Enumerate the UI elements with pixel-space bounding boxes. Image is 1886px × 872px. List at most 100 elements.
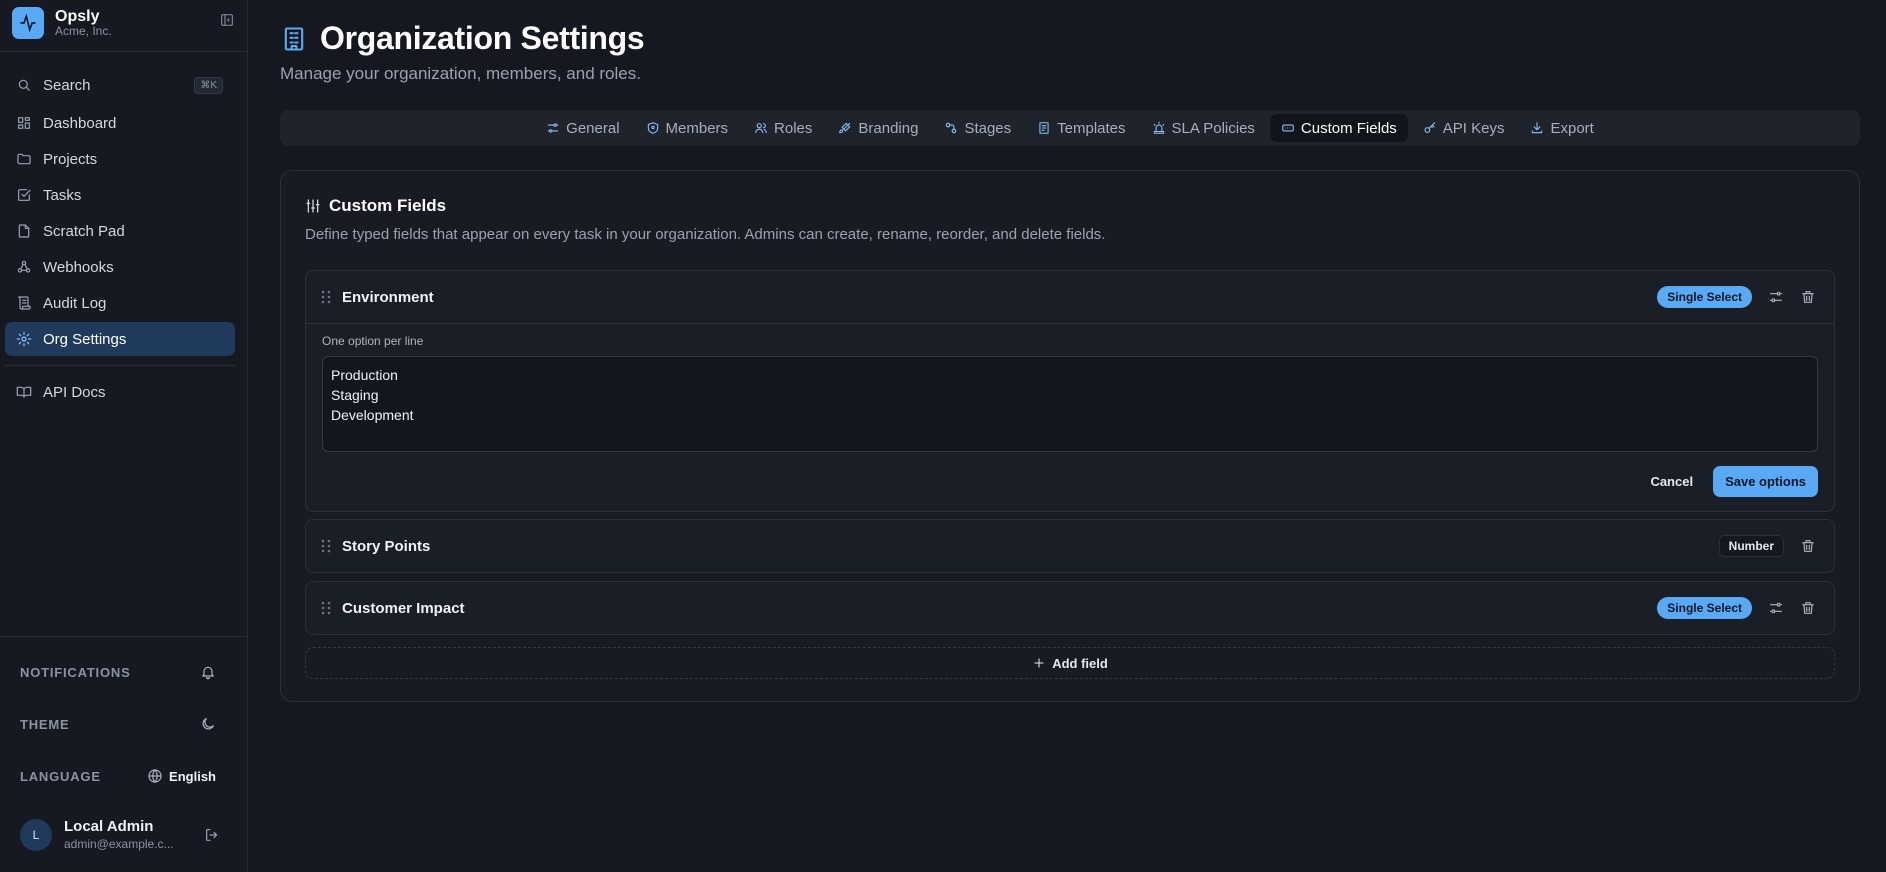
sidebar-item-label: Scratch Pad <box>43 222 125 240</box>
search-label: Search <box>43 76 91 94</box>
notifications-label: NOTIFICATIONS <box>20 664 131 680</box>
sidebar-item-org-settings[interactable]: Org Settings <box>5 322 235 356</box>
options-editor: One option per line Production Staging D… <box>306 323 1834 511</box>
search-shortcut: ⌘K <box>194 76 223 94</box>
sidebar-item-webhooks[interactable]: Webhooks <box>5 250 235 284</box>
divider <box>0 51 248 52</box>
sliders-vertical-icon <box>305 198 321 214</box>
tab-label: Templates <box>1057 119 1126 137</box>
theme-row: THEME <box>20 712 216 736</box>
avatar: L <box>20 819 52 851</box>
scroll-icon <box>16 295 32 311</box>
save-options-button[interactable]: Save options <box>1713 466 1818 497</box>
field-environment: Environment Single Select One option per… <box>305 270 1835 512</box>
webhook-icon <box>16 259 32 275</box>
user-profile[interactable]: L Local Admin admin@example.c... <box>20 818 220 852</box>
tab-label: Custom Fields <box>1300 119 1397 137</box>
moon-icon[interactable] <box>200 716 216 732</box>
card-title: Custom Fields <box>329 196 447 215</box>
cancel-button[interactable]: Cancel <box>1650 474 1693 489</box>
field-story-points: Story Points Number <box>305 519 1835 573</box>
tab-roles[interactable]: Roles <box>743 114 823 142</box>
tab-export[interactable]: Export <box>1519 114 1604 142</box>
option-line: Production <box>331 367 398 383</box>
folder-icon <box>16 151 32 167</box>
card-header: Custom Fields <box>305 196 446 216</box>
tab-sla-policies[interactable]: SLA Policies <box>1141 114 1266 142</box>
sidebar-item-dashboard[interactable]: Dashboard <box>5 106 235 140</box>
field-type-badge: Single Select <box>1657 286 1752 308</box>
tab-label: SLA Policies <box>1171 119 1255 137</box>
input-icon <box>1281 121 1295 135</box>
add-field-button[interactable]: Add field <box>305 647 1835 679</box>
tab-custom-fields[interactable]: Custom Fields <box>1269 114 1408 142</box>
sidebar-item-api-docs[interactable]: API Docs <box>5 375 235 409</box>
sidebar-item-label: Tasks <box>43 186 82 204</box>
tab-label: Export <box>1550 119 1594 137</box>
theme-label: THEME <box>20 716 70 732</box>
sidebar-item-scratch-pad[interactable]: Scratch Pad <box>5 214 235 248</box>
tab-label: API Keys <box>1442 119 1505 137</box>
sidebar-item-label: Webhooks <box>43 258 114 276</box>
users-icon <box>754 121 768 135</box>
trash-icon[interactable] <box>1800 538 1816 554</box>
drag-handle-icon[interactable] <box>320 290 332 304</box>
field-customer-impact: Customer Impact Single Select <box>305 581 1835 635</box>
tab-members[interactable]: Members <box>635 114 740 142</box>
options-textarea[interactable]: Production Staging Development <box>322 356 1818 452</box>
field-name: Customer Impact <box>342 599 465 617</box>
sidebar-item-label: Org Settings <box>43 330 127 348</box>
option-line: Development <box>331 407 414 423</box>
tab-branding[interactable]: Branding <box>827 114 929 142</box>
tab-templates[interactable]: Templates <box>1026 114 1136 142</box>
sidebar-search[interactable]: Search ⌘K <box>5 68 235 102</box>
page-subtitle: Manage your organization, members, and r… <box>280 64 641 83</box>
search-icon <box>16 77 32 93</box>
language-label: LANGUAGE <box>20 768 101 784</box>
sidebar-item-label: Projects <box>43 150 98 168</box>
tab-label: General <box>566 119 620 137</box>
edit-options-icon[interactable] <box>1768 289 1784 305</box>
brand[interactable]: Opsly Acme, Inc. <box>12 4 236 42</box>
sidebar-item-label: Audit Log <box>43 294 107 312</box>
page-header: Organization Settings <box>280 20 645 57</box>
sidebar-item-projects[interactable]: Projects <box>5 142 235 176</box>
sidebar-item-label: Dashboard <box>43 114 117 132</box>
bell-icon[interactable] <box>200 664 216 680</box>
field-name: Story Points <box>342 537 431 555</box>
drag-handle-icon[interactable] <box>320 601 332 615</box>
custom-fields-card: Custom Fields Define typed fields that a… <box>280 170 1860 702</box>
sidebar-item-tasks[interactable]: Tasks <box>5 178 235 212</box>
brush-icon <box>838 121 852 135</box>
drag-handle-icon[interactable] <box>320 539 332 553</box>
user-name: Local Admin <box>64 818 154 836</box>
building-icon <box>280 25 308 53</box>
trash-icon[interactable] <box>1800 600 1816 616</box>
page-title: Organization Settings <box>320 20 645 56</box>
plus-icon <box>1032 656 1046 670</box>
option-line: Staging <box>331 387 379 403</box>
sidebar: Opsly Acme, Inc. Search ⌘K Dashboard Pro… <box>0 0 248 872</box>
notifications-row: NOTIFICATIONS <box>20 660 216 684</box>
tab-general[interactable]: General <box>535 114 630 142</box>
workflow-icon <box>944 121 958 135</box>
field-type-badge: Number <box>1718 535 1784 557</box>
tab-label: Stages <box>964 119 1012 137</box>
activity-logo-icon <box>12 7 44 39</box>
sidebar-item-audit-log[interactable]: Audit Log <box>5 286 235 320</box>
language-select[interactable]: English <box>147 768 216 784</box>
trash-icon[interactable] <box>1800 289 1816 305</box>
tab-stages[interactable]: Stages <box>933 114 1022 142</box>
dashboard-icon <box>16 115 32 131</box>
check-square-icon <box>16 187 32 203</box>
tab-api-keys[interactable]: API Keys <box>1412 114 1516 142</box>
sidebar-collapse-icon[interactable] <box>219 12 235 28</box>
brand-name: Opsly <box>55 7 100 25</box>
shield-icon <box>646 121 660 135</box>
options-label: One option per line <box>322 334 424 348</box>
divider <box>0 636 248 637</box>
file-icon <box>16 223 32 239</box>
logout-icon[interactable] <box>204 827 220 843</box>
download-icon <box>1530 121 1544 135</box>
edit-options-icon[interactable] <box>1768 600 1784 616</box>
